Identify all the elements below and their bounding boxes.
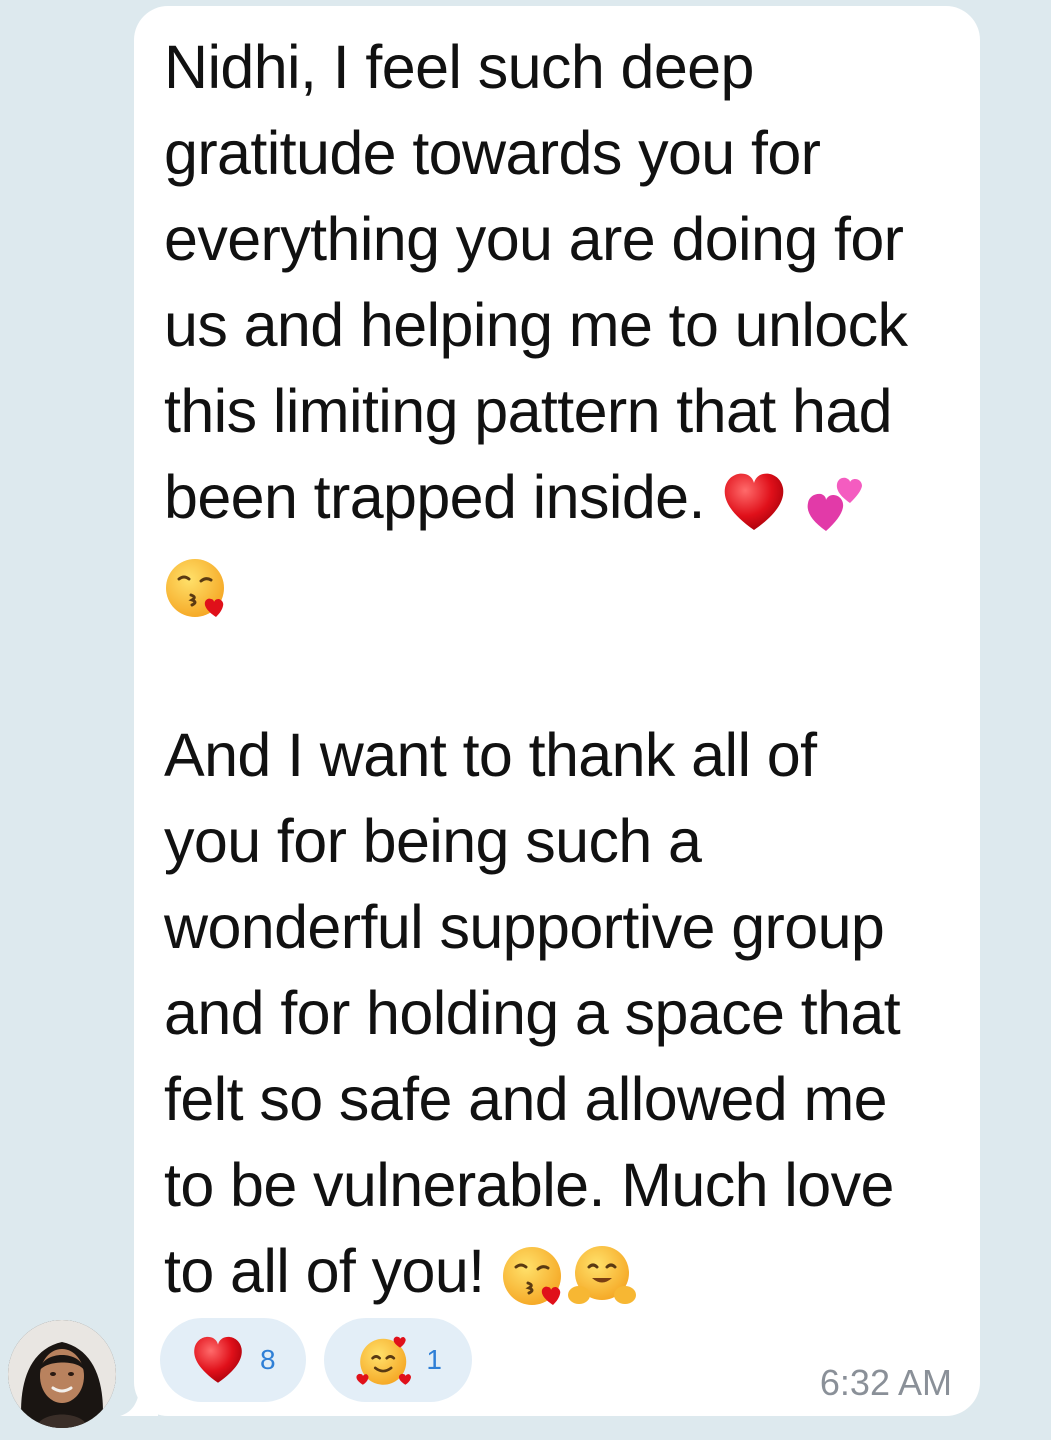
message-timestamp: 6:32 AM	[819, 1362, 952, 1403]
hugging-face-icon	[567, 1245, 636, 1304]
reactions-bar: 8 1	[160, 1318, 472, 1402]
face-blowing-kiss-icon	[502, 1246, 561, 1305]
message-line: everything you are doing for	[164, 205, 904, 273]
message-line: gratitude towards you for	[164, 119, 821, 187]
message-line: And I want to thank all of	[164, 721, 817, 789]
message-line: us and helping me to unlock	[164, 291, 908, 359]
face-blowing-kiss-icon	[166, 558, 224, 617]
message-line: been trapped inside.	[164, 463, 705, 531]
avatar[interactable]	[8, 1320, 116, 1428]
reaction-count: 1	[426, 1344, 442, 1375]
message-bubble[interactable]: Nidhi, I feel such deep gratitude toward…	[134, 6, 980, 1416]
message-line: you for being such a	[164, 807, 702, 875]
message-line: Nidhi, I feel such deep	[164, 33, 754, 101]
message-line: to all of you!	[164, 1237, 485, 1305]
smiling-face-with-hearts-icon	[356, 1336, 411, 1385]
two-hearts-icon	[807, 477, 862, 531]
red-heart-icon	[194, 1336, 242, 1383]
avatar-photo	[8, 1320, 116, 1428]
message-line: to be vulnerable. Much love	[164, 1151, 894, 1219]
message-text: Nidhi, I feel such deep gratitude toward…	[164, 24, 964, 1314]
reaction-count: 8	[260, 1344, 276, 1375]
message-line: wonderful supportive group	[164, 893, 885, 961]
red-heart-icon	[724, 473, 784, 530]
reaction-smiling-hearts[interactable]: 1	[324, 1318, 472, 1402]
message-line: this limiting pattern that had	[164, 377, 893, 445]
message-line: felt so safe and allowed me	[164, 1065, 888, 1133]
reaction-heart[interactable]: 8	[160, 1318, 306, 1402]
message-line: and for holding a space that	[164, 979, 901, 1047]
